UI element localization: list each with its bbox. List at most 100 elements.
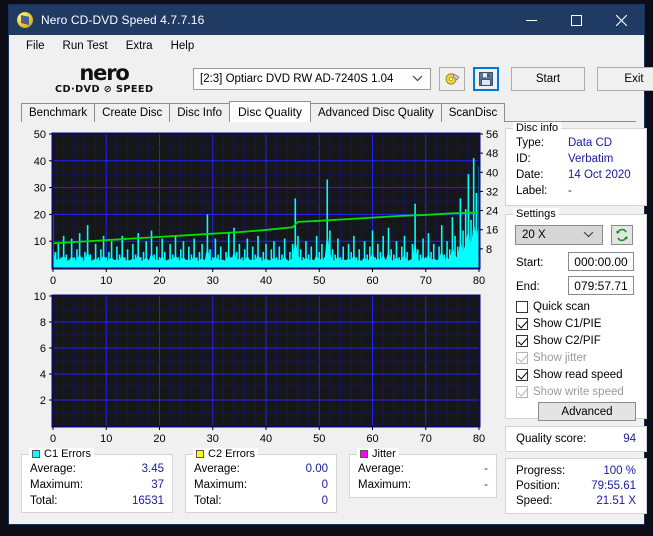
- progress-group: Progress: 100 % Position: 79:55.61 Speed…: [505, 458, 647, 514]
- stat-value: -: [484, 479, 488, 491]
- refresh-icon[interactable]: [611, 225, 633, 245]
- menu-bar: File Run Test Extra Help: [9, 35, 644, 57]
- c2-errors-chart-canvas: 2 4 6 8 10 0 10 20 30 40 50 60 70 80: [34, 291, 485, 445]
- tab-scandisc[interactable]: ScanDisc: [440, 103, 506, 122]
- speed-value: 21.51 X: [596, 495, 636, 507]
- start-position-input[interactable]: 000:00.00: [568, 252, 634, 271]
- stat-value: 3.45: [141, 463, 164, 475]
- progress-label: Progress:: [516, 465, 566, 477]
- menu-file[interactable]: File: [17, 38, 54, 54]
- menu-run-test[interactable]: Run Test: [54, 38, 117, 54]
- checkbox-show-jitter: Show jitter: [516, 352, 587, 364]
- svg-text:8: 8: [486, 244, 492, 256]
- svg-text:4: 4: [40, 369, 46, 381]
- advanced-button[interactable]: Advanced: [538, 402, 636, 421]
- speed-select-value: 20 X: [522, 229, 546, 241]
- nero-disc-icon: [17, 12, 33, 28]
- close-icon[interactable]: [599, 5, 644, 35]
- disc-date-value: 14 Oct 2020: [568, 169, 631, 181]
- c1-errors-chart-canvas: 102030405081624324048560 10 20 30 40 50 60 70 80: [34, 129, 499, 287]
- checkbox-label: Show C2/PIF: [533, 335, 601, 347]
- svg-text:56: 56: [486, 129, 498, 141]
- minimize-icon[interactable]: [509, 5, 554, 35]
- checkbox-quick-scan[interactable]: Quick scan: [516, 301, 590, 313]
- checkbox-show-c2-pif[interactable]: Show C2/PIF: [516, 335, 601, 347]
- checkbox-show-c1-pie[interactable]: Show C1/PIE: [516, 318, 601, 330]
- stat-value: 37: [151, 479, 164, 491]
- stat-key: Maximum:: [358, 479, 412, 491]
- checkbox-label: Show write speed: [533, 386, 624, 398]
- tab-disc-quality[interactable]: Disc Quality: [229, 101, 312, 122]
- speed-select[interactable]: 20 X: [515, 225, 603, 245]
- drive-select[interactable]: [2:3] Optiarc DVD RW AD-7240S 1.04: [193, 68, 431, 90]
- svg-text:24: 24: [486, 206, 498, 218]
- tab-disc-info[interactable]: Disc Info: [169, 103, 230, 122]
- stat-key: Total:: [30, 495, 58, 507]
- svg-text:80: 80: [473, 433, 485, 445]
- start-button[interactable]: Start: [511, 67, 585, 91]
- checkbox-show-write-speed: Show write speed: [516, 386, 624, 398]
- window-controls: [509, 5, 644, 35]
- svg-text:2: 2: [40, 395, 46, 407]
- svg-text:60: 60: [366, 433, 378, 445]
- jitter-stats-legend: Jitter: [357, 448, 399, 460]
- tab-content-disc-quality: 10 20 30 40 50 8 16 24 32 40 48 56 0 10 20 30 40 50 60 70 80…: [9, 122, 647, 524]
- c2-errors-stats-legend: C2 Errors: [193, 448, 259, 460]
- end-position-input[interactable]: 079:57.71: [568, 276, 634, 295]
- menu-help[interactable]: Help: [162, 38, 204, 54]
- svg-text:10: 10: [34, 291, 46, 303]
- svg-text:30: 30: [207, 433, 219, 445]
- exit-button[interactable]: Exit: [597, 67, 653, 91]
- jitter-stats-title: Jitter: [372, 448, 396, 460]
- menu-extra[interactable]: Extra: [117, 38, 162, 54]
- checkbox-box: [516, 386, 528, 398]
- table-row: Average: 3.45: [30, 463, 164, 475]
- start-position-label: Start:: [516, 257, 544, 269]
- table-row: Total: 0: [194, 495, 328, 507]
- svg-text:40: 40: [486, 167, 498, 179]
- checkbox-show-read-speed[interactable]: Show read speed: [516, 369, 623, 381]
- disc-type-label: Type:: [516, 137, 545, 149]
- logo-tagline: CD·DVD ⊘ SPEED: [54, 84, 154, 96]
- toolbar: nero CD·DVD ⊘ SPEED [2:3] Optiarc DVD RW…: [9, 57, 653, 101]
- quality-score-label: Quality score:: [516, 433, 587, 445]
- checkbox-box: [516, 369, 528, 381]
- c1-color-swatch: [32, 450, 40, 458]
- table-row: Total: 16531: [30, 495, 164, 507]
- logo-wordmark: nero: [79, 61, 129, 86]
- maximize-icon[interactable]: [554, 5, 599, 35]
- c2-errors-chart: 2 4 6 8 10 0 10 20 30 40 50 60 70 80: [9, 282, 501, 454]
- disc-info-group: Disc info Type: Data CD ID: Verbatim Dat…: [505, 122, 647, 206]
- stat-value: 0: [321, 479, 328, 491]
- position-label: Position:: [516, 480, 561, 492]
- stat-value: -: [484, 463, 488, 475]
- stat-key: Maximum:: [194, 479, 248, 491]
- checkbox-box: [516, 335, 528, 347]
- c2-errors-stats-title: C2 Errors: [208, 448, 256, 460]
- svg-text:30: 30: [34, 183, 46, 195]
- table-row: Average: 0.00: [194, 463, 328, 475]
- checkbox-label: Show read speed: [533, 369, 623, 381]
- checkbox-box: [516, 301, 528, 313]
- disc-eject-icon[interactable]: [439, 67, 465, 91]
- end-position-label: End:: [516, 281, 540, 293]
- svg-text:70: 70: [420, 433, 432, 445]
- stat-key: Average:: [358, 463, 404, 475]
- stat-key: Maximum:: [30, 479, 84, 491]
- table-row: Maximum: -: [358, 479, 488, 491]
- position-value: 79:55.61: [591, 480, 636, 492]
- c1-errors-stats: C1 Errors Average: 3.45 Maximum: 37 Tota…: [21, 448, 173, 513]
- checkbox-box: [516, 318, 528, 330]
- tab-benchmark[interactable]: Benchmark: [21, 103, 96, 122]
- chevron-down-icon: [583, 229, 594, 241]
- tab-create-disc[interactable]: Create Disc: [94, 103, 171, 122]
- chevron-down-icon: [412, 73, 423, 85]
- checkbox-box: [516, 352, 528, 364]
- tab-advanced-disc-quality[interactable]: Advanced Disc Quality: [310, 103, 442, 122]
- title-bar: Nero CD-DVD Speed 4.7.7.16: [9, 5, 644, 35]
- svg-text:8: 8: [40, 317, 46, 329]
- drive-select-value: [2:3] Optiarc DVD RW AD-7240S 1.04: [200, 73, 394, 85]
- floppy-save-icon[interactable]: [473, 67, 499, 91]
- stat-value: 0: [321, 495, 328, 507]
- jitter-color-swatch: [360, 450, 368, 458]
